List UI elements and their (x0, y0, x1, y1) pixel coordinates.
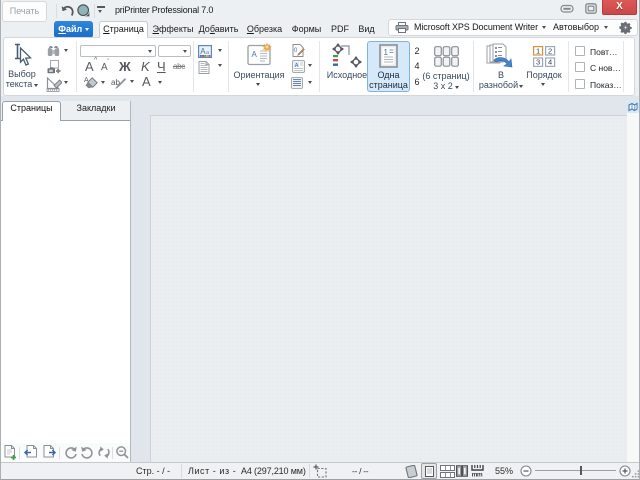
svg-text:A: A (295, 63, 299, 69)
svg-text:4: 4 (548, 58, 552, 67)
svg-text:1: 1 (384, 48, 389, 57)
svg-text:2: 2 (548, 46, 552, 55)
svg-text:1: 1 (536, 46, 540, 55)
svg-text:A: A (252, 50, 258, 59)
svg-text:mm: mm (472, 472, 483, 477)
svg-text:3: 3 (536, 58, 540, 67)
